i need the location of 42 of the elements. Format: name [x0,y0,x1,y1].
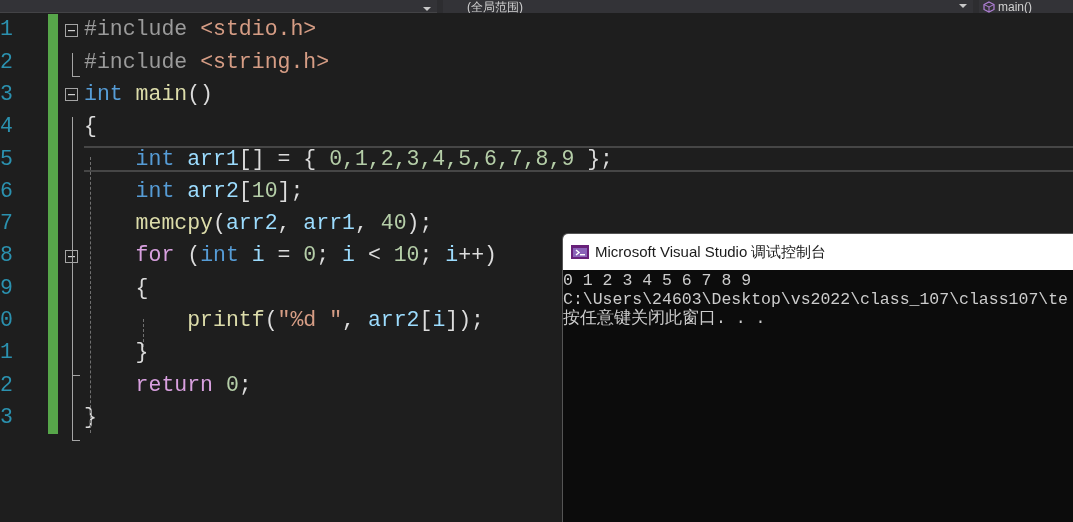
code-line: } [134,342,149,364]
chevron-down-icon [423,7,431,12]
line-number: 5 [0,148,14,171]
line-number: 8 [0,245,14,267]
cube-icon [983,0,995,13]
member-value: main() [998,0,1032,13]
line-number: 7 [0,213,14,235]
console-title: Microsoft Visual Studio 调试控制台 [595,241,827,262]
code-line: int arr2[10]; [134,180,304,203]
scope-dropdown[interactable]: (全局范围) [443,0,973,13]
code-line: #include <stdio.h> [84,19,317,41]
code-line: printf("%d ", arr2[i]); [186,310,484,332]
code-line: return 0; [134,374,252,397]
code-line: memcpy(arr2, arr1, 40); [134,213,433,235]
code-line: #include <string.h> [84,51,330,74]
line-number: 1 [0,342,14,364]
line-number: 0 [0,310,14,332]
collapse-icon[interactable] [64,23,78,37]
code-line: { [134,277,149,300]
console-output-line: 按任意键关闭此窗口. . . [563,309,766,328]
scope-value: (全局范围) [467,0,523,13]
code-line: { [84,116,97,138]
code-line: int main() [84,84,214,106]
line-number: 3 [0,84,14,106]
change-indicator [48,401,58,434]
line-number: 2 [0,51,14,74]
line-number: 3 [0,406,14,429]
change-indicator [48,14,58,47]
line-number: 6 [0,180,14,203]
console-app-icon [571,245,589,259]
line-number: 9 [0,277,14,300]
code-line: for (int i = 0; i < 10; i++) [134,245,497,267]
collapse-icon[interactable] [64,88,78,102]
line-number: 1 [0,19,14,41]
console-output-line: C:\Users\24603\Desktop\vs2022\class_107\class107\te [563,290,1068,309]
collapse-icon[interactable] [64,249,78,263]
console-output-line: 0 1 2 3 4 5 6 7 8 9 [563,271,752,290]
line-number: 4 [0,116,14,138]
member-dropdown[interactable]: main() [979,0,1073,13]
code-line: int arr1[] = { 0,1,2,3,4,5,6,7,8,9 }; [84,146,1073,173]
line-number: 2 [0,374,14,397]
chevron-down-icon [959,4,967,9]
